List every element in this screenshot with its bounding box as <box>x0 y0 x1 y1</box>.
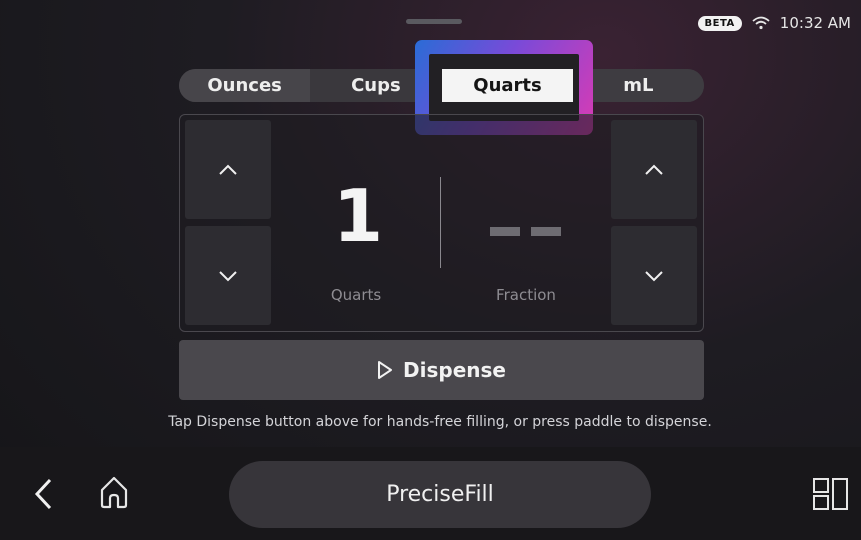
chevron-up-icon <box>645 164 663 175</box>
fraction-decrement-button[interactable] <box>611 226 697 325</box>
fraction-dash <box>531 227 561 236</box>
home-icon <box>100 476 128 509</box>
fraction-dash <box>490 227 520 236</box>
chevron-down-icon <box>645 270 663 281</box>
whole-value: 1 <box>332 174 384 258</box>
app-title: PreciseFill <box>386 482 494 507</box>
app-grid-icon <box>813 478 848 510</box>
chevron-up-icon <box>219 164 237 175</box>
back-button[interactable] <box>30 476 58 512</box>
app-grid-button[interactable] <box>812 476 850 512</box>
clock: 10:32 AM <box>779 14 851 32</box>
beta-badge: BETA <box>697 15 742 31</box>
dispense-hint: Tap Dispense button above for hands-free… <box>168 414 712 430</box>
home-button[interactable] <box>96 472 132 512</box>
whole-increment-button[interactable] <box>185 120 271 219</box>
whole-decrement-button[interactable] <box>185 226 271 325</box>
fraction-label: Fraction <box>496 286 556 304</box>
value-divider <box>440 177 441 268</box>
play-icon <box>378 361 393 379</box>
dispense-button[interactable]: Dispense <box>179 340 704 400</box>
chevron-left-icon <box>34 478 52 510</box>
drag-handle[interactable] <box>406 19 462 24</box>
whole-unit-label: Quarts <box>330 286 382 304</box>
app-title-pill[interactable]: PreciseFill <box>229 461 651 528</box>
wifi-icon <box>752 16 770 30</box>
tab-ounces[interactable]: Ounces <box>179 69 311 102</box>
chevron-down-icon <box>219 270 237 281</box>
tab-quarts[interactable]: Quarts <box>442 69 573 102</box>
dispense-label: Dispense <box>403 358 506 382</box>
fraction-increment-button[interactable] <box>611 120 697 219</box>
status-bar: BETA 10:32 AM <box>697 12 851 34</box>
